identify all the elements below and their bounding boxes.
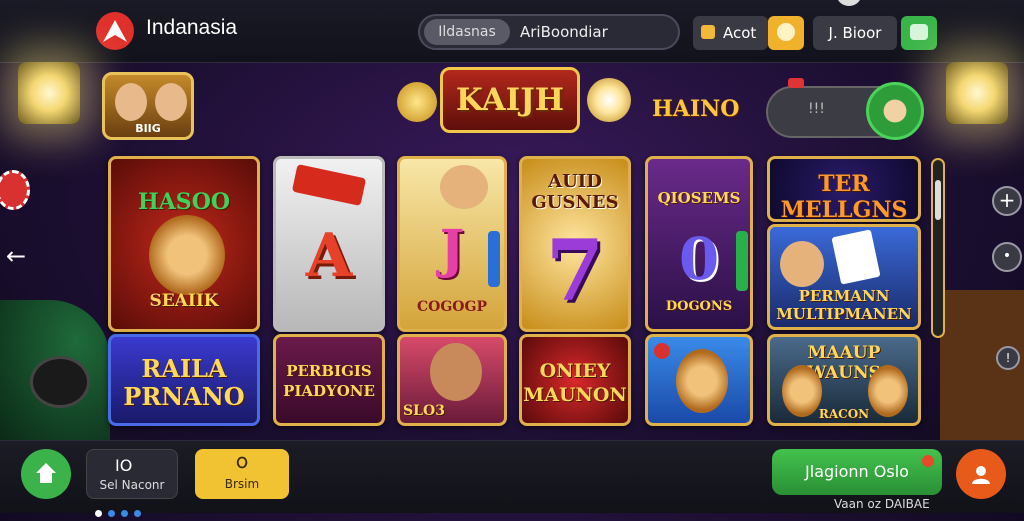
game-title: A bbox=[305, 221, 353, 291]
character-avatar bbox=[780, 241, 824, 287]
game-title: PERBIGIS PIADYONE bbox=[283, 362, 375, 400]
game-tile[interactable] bbox=[645, 334, 753, 426]
coin-icon bbox=[777, 23, 795, 41]
chip-icon bbox=[654, 343, 670, 359]
home-button[interactable] bbox=[21, 449, 71, 499]
info-button[interactable]: ! bbox=[996, 346, 1020, 370]
play-button[interactable]: Jlagionn Oslo bbox=[772, 449, 942, 495]
profile-button[interactable] bbox=[956, 449, 1006, 499]
user-icon bbox=[972, 466, 990, 484]
scroll-thumb[interactable] bbox=[935, 180, 941, 220]
logo-icon[interactable] bbox=[96, 12, 134, 50]
lobby-tab-label: Sel Naconr bbox=[99, 478, 165, 492]
game-tile[interactable]: PERMANN MULTIPMANEN bbox=[767, 224, 921, 330]
gold-coin-icon bbox=[397, 82, 437, 122]
scrollbar[interactable] bbox=[931, 158, 945, 338]
game-title: AUID GUSNES bbox=[531, 171, 619, 213]
characters-badge[interactable]: BIIG bbox=[102, 72, 194, 140]
character-avatar bbox=[115, 83, 147, 121]
game-tile[interactable]: AUID GUSNES 7 bbox=[519, 156, 631, 332]
game-subtitle: DOGONS bbox=[665, 299, 733, 314]
profile-avatar[interactable] bbox=[866, 82, 924, 140]
game-subtitle: RACON bbox=[818, 407, 870, 421]
game-title: ONIEY MAUNON bbox=[523, 360, 627, 406]
game-tile[interactable]: TER MELLGNS bbox=[767, 156, 921, 222]
game-tile[interactable]: MAAUP WAUNS RACON bbox=[767, 334, 921, 426]
bonus-label: Brsim bbox=[224, 477, 260, 491]
plus-button[interactable]: + bbox=[992, 186, 1022, 216]
bonus-icon: ଠ bbox=[236, 453, 248, 473]
account-label: Acot bbox=[723, 24, 757, 42]
profile-pill[interactable]: !!! bbox=[766, 78, 924, 140]
game-tile[interactable]: ONIEY MAUNON bbox=[519, 334, 631, 426]
diamond-coin-icon bbox=[587, 78, 631, 122]
character-avatar bbox=[430, 343, 482, 401]
poker-chip-icon bbox=[0, 170, 30, 210]
stage-light-right bbox=[946, 62, 1008, 124]
arrow-left-icon[interactable]: ← bbox=[6, 242, 26, 270]
top-notch-icon bbox=[836, 0, 862, 6]
notification-dot bbox=[922, 455, 934, 467]
black-chip-icon bbox=[30, 356, 90, 408]
game-title: SLO3 bbox=[403, 403, 445, 419]
game-tile[interactable]: SLO3 bbox=[397, 334, 507, 426]
game-tile[interactable]: A bbox=[273, 156, 385, 332]
account-icon bbox=[701, 25, 715, 39]
lion-icon bbox=[149, 215, 225, 295]
mode-switch[interactable]: Ildasnas AriBoondiar bbox=[418, 14, 680, 50]
play-subtitle: Vaan oz DAIBAE bbox=[834, 497, 930, 511]
game-tile[interactable]: HASOO SEAIIK bbox=[108, 156, 260, 332]
game-tile[interactable]: PERBIGIS PIADYONE bbox=[273, 334, 385, 426]
game-symbol: 7 bbox=[545, 221, 605, 320]
lobby-icon: IO bbox=[115, 456, 133, 475]
balance-button[interactable]: J. Bioor bbox=[813, 16, 897, 50]
brand-logo: KAIJH bbox=[440, 67, 580, 133]
brand-subtitle: HAINO bbox=[652, 96, 740, 122]
coins-button[interactable] bbox=[768, 16, 804, 50]
game-title: HASOO bbox=[137, 189, 231, 215]
game-tile[interactable]: J COGOGP bbox=[397, 156, 507, 332]
stage-light-left bbox=[18, 62, 80, 124]
characters-label: BIIG bbox=[135, 122, 161, 135]
lion-icon bbox=[676, 349, 728, 413]
game-tile[interactable]: QIOSEMS 0 DOGONS bbox=[645, 156, 753, 332]
game-symbol: 0 bbox=[678, 225, 720, 293]
tab-right[interactable]: AriBoondiar bbox=[520, 19, 608, 45]
play-button-label: Jlagionn Oslo bbox=[805, 462, 909, 481]
account-button[interactable]: Acot bbox=[693, 16, 768, 50]
dot-button[interactable]: • bbox=[992, 242, 1022, 272]
game-title: RAILA PRNANO bbox=[123, 354, 245, 411]
character-avatar bbox=[155, 83, 187, 121]
home-icon bbox=[36, 463, 56, 483]
notification-tag bbox=[788, 78, 804, 88]
bonus-button[interactable]: ଠ Brsim bbox=[195, 449, 289, 499]
reel-indicator bbox=[736, 231, 748, 291]
chat-button[interactable] bbox=[901, 16, 937, 50]
profile-pill-text: !!! bbox=[808, 101, 825, 117]
ticket-icon bbox=[291, 164, 367, 206]
reel-indicator bbox=[488, 231, 500, 287]
chat-icon bbox=[910, 24, 928, 40]
cowboy-avatar bbox=[440, 165, 488, 209]
game-subtitle: COGOGP bbox=[417, 299, 487, 315]
playing-card-icon bbox=[831, 229, 881, 285]
game-title: QIOSEMS bbox=[657, 189, 741, 207]
app-name: Indanasia bbox=[146, 16, 238, 39]
tab-left[interactable]: Ildasnas bbox=[424, 19, 510, 45]
game-title: PERMANN MULTIPMANEN bbox=[776, 287, 912, 323]
game-tile[interactable]: RAILA PRNANO bbox=[108, 334, 260, 426]
lobby-tab[interactable]: IO Sel Naconr bbox=[86, 449, 178, 499]
top-bar: Indanasia Ildasnas AriBoondiar Acot J. B… bbox=[0, 0, 1024, 63]
game-title: TER MELLGNS bbox=[780, 171, 908, 222]
game-subtitle: SEAIIK bbox=[149, 291, 219, 311]
